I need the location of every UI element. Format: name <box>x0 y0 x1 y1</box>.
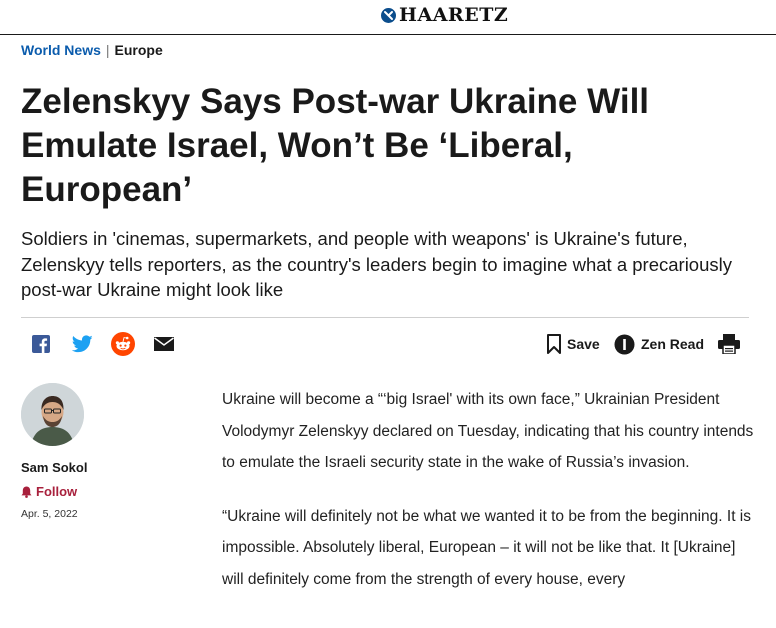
article-body: Ukraine will become a “‘big Israel' with… <box>222 384 758 617</box>
email-icon <box>154 337 174 351</box>
reddit-icon <box>111 332 135 356</box>
site-header: HAARETZ <box>0 0 776 35</box>
follow-label: Follow <box>36 484 78 499</box>
site-logo[interactable]: HAARETZ <box>381 4 508 26</box>
zen-read-label: Zen Read <box>641 336 705 352</box>
breadcrumb-subsection-link[interactable]: Europe <box>115 42 163 58</box>
author-avatar[interactable] <box>21 383 84 446</box>
article-paragraph: “Ukraine will definitely not be what we … <box>222 507 751 588</box>
breadcrumb-separator: | <box>105 42 110 58</box>
follow-author-button[interactable]: Follow <box>21 484 77 499</box>
save-button[interactable]: Save <box>547 332 600 356</box>
divider <box>21 317 749 318</box>
zen-read-icon <box>614 334 635 354</box>
zen-read-button[interactable]: Zen Read <box>614 332 704 356</box>
article-headline: Zelenskyy Says Post-war Ukraine Will Emu… <box>21 82 650 209</box>
share-toolbar: Save Zen Read <box>0 330 776 358</box>
print-icon <box>718 334 740 354</box>
facebook-icon <box>32 335 50 353</box>
breadcrumb: World News | Europe <box>21 42 163 58</box>
save-label: Save <box>567 336 600 352</box>
print-button[interactable] <box>718 333 740 355</box>
bell-icon <box>21 486 32 498</box>
facebook-share-button[interactable] <box>31 334 51 354</box>
publish-date: Apr. 5, 2022 <box>21 508 78 520</box>
author-photo <box>21 383 84 446</box>
author-name[interactable]: Sam Sokol <box>21 460 87 475</box>
twitter-icon <box>71 335 93 353</box>
bookmark-icon <box>547 334 561 354</box>
breadcrumb-section-link[interactable]: World News <box>21 42 101 58</box>
article-subheadline: Soldiers in 'cinemas, supermarkets, and … <box>21 228 732 300</box>
twitter-share-button[interactable] <box>71 334 93 354</box>
logo-text: HAARETZ <box>399 4 509 26</box>
article-paragraph: Ukraine will become a “‘big Israel' with… <box>222 391 754 471</box>
email-share-button[interactable] <box>152 335 176 353</box>
reddit-share-button[interactable] <box>111 332 135 356</box>
haaretz-badge-icon <box>381 7 396 23</box>
